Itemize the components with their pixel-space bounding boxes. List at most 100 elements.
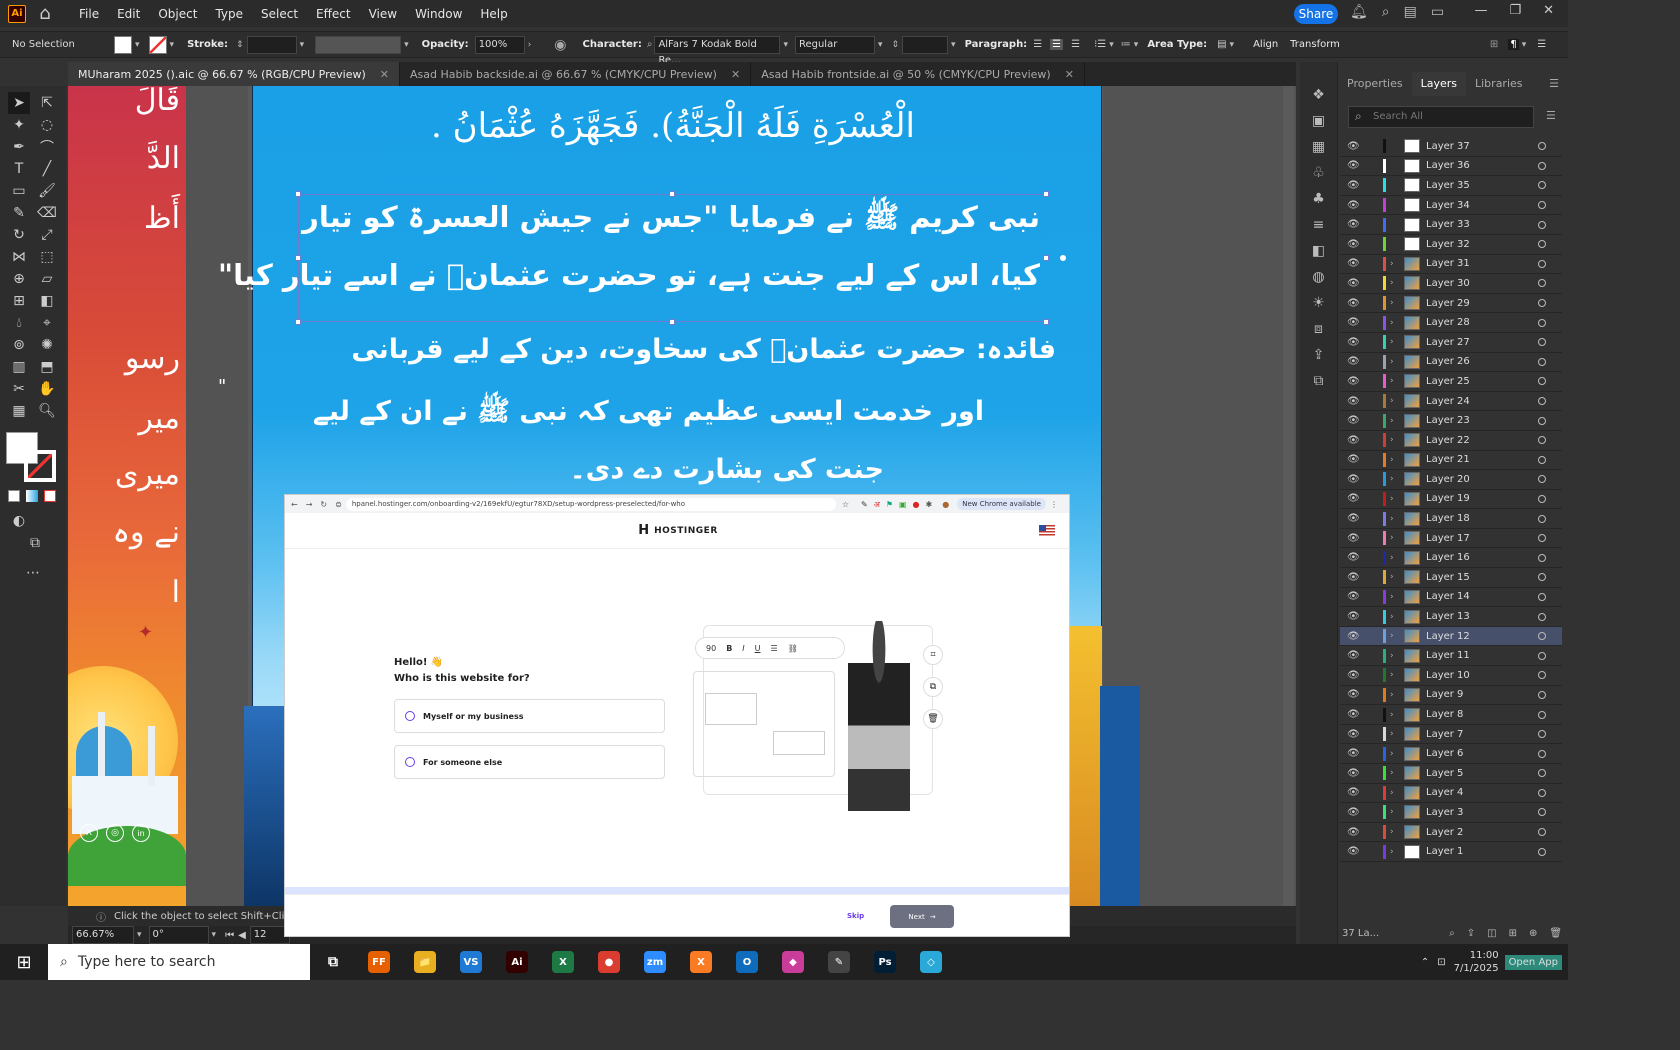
more-tools-icon[interactable]: ⋯ <box>22 562 44 584</box>
layer-row[interactable]: 👁︎ › Layer 8 <box>1340 705 1562 725</box>
isolate-icon[interactable]: ⊞ <box>1490 39 1498 50</box>
expand-chevron-icon[interactable]: › <box>1390 847 1400 857</box>
font-family-input[interactable]: AlFars 7 Kodak Bold Re... <box>654 35 781 66</box>
chevron-down-icon[interactable]: ▾ <box>300 40 305 50</box>
restore-icon[interactable]: ❐ <box>1509 3 1521 18</box>
stroke-weight-input[interactable] <box>246 35 297 54</box>
target-ring-icon[interactable] <box>1538 769 1546 778</box>
target-ring-icon[interactable] <box>1538 436 1546 445</box>
extension-icon[interactable]: अ <box>874 499 880 510</box>
forward-icon[interactable]: → <box>306 500 313 509</box>
transparency-icon[interactable]: ◍ <box>1300 264 1337 290</box>
expand-chevron-icon[interactable]: › <box>1390 337 1400 347</box>
chevron-down-icon[interactable]: ▾ <box>783 40 788 50</box>
visibility-eye-icon[interactable]: 👁︎ <box>1347 219 1363 230</box>
chevron-down-icon[interactable]: ▾ <box>135 40 140 50</box>
chevron-down-icon[interactable]: ▾ <box>878 40 883 50</box>
scale-tool-icon[interactable]: ⤢ <box>36 224 58 246</box>
visibility-eye-icon[interactable]: 👁︎ <box>1347 317 1363 328</box>
taskbar-app-icon[interactable]: Ps <box>862 944 908 980</box>
visibility-eye-icon[interactable]: 👁︎ <box>1347 552 1363 563</box>
visibility-eye-icon[interactable]: 👁︎ <box>1347 200 1363 211</box>
layer-row[interactable]: 👁︎ › Layer 17 <box>1340 529 1562 549</box>
text-thread-port[interactable] <box>1060 255 1066 261</box>
appearance-icon[interactable]: ☀ <box>1300 290 1337 316</box>
pen-tool-icon[interactable]: ✒ <box>8 136 30 158</box>
layer-row[interactable]: 👁︎ Layer 34 <box>1340 196 1562 216</box>
layer-row[interactable]: 👁︎ › Layer 15 <box>1340 568 1562 588</box>
menu-edit[interactable]: Edit <box>108 7 149 21</box>
expand-chevron-icon[interactable]: › <box>1390 455 1400 465</box>
visibility-eye-icon[interactable]: 👁︎ <box>1347 356 1363 367</box>
open-app-badge[interactable]: Open App <box>1504 954 1562 970</box>
tab-layers[interactable]: Layers <box>1411 72 1466 96</box>
browser-menu-icon[interactable]: ⋮ <box>1050 500 1058 509</box>
taskbar-app-icon[interactable]: 📁 <box>402 944 448 980</box>
taskbar-search[interactable]: ⌕ Type here to search <box>48 944 310 980</box>
browser-window[interactable]: ← → ↻ ⊜ hpanel.hostinger.com/onboarding-… <box>284 494 1070 937</box>
expand-chevron-icon[interactable]: › <box>1390 357 1400 367</box>
align-center-icon[interactable]: ☰ <box>1050 39 1064 50</box>
rotate-tool-icon[interactable]: ↻ <box>8 224 30 246</box>
expand-chevron-icon[interactable]: › <box>1390 533 1400 543</box>
layer-row[interactable]: 👁︎ › Layer 21 <box>1340 451 1562 471</box>
opacity-input[interactable]: 100% <box>474 35 525 54</box>
taskbar-app-icon[interactable]: X <box>540 944 586 980</box>
stroke-swatch[interactable] <box>148 35 167 54</box>
extensions-puzzle-icon[interactable]: ✱ <box>926 500 933 509</box>
chevron-down-icon[interactable]: ▾ <box>212 930 217 940</box>
locate-object-icon[interactable]: ⌕ <box>1449 928 1455 939</box>
clock[interactable]: 11:00 7/1/2025 <box>1454 949 1499 975</box>
layer-row[interactable]: 👁︎ › Layer 23 <box>1340 411 1562 431</box>
none-mode-icon[interactable] <box>44 490 56 502</box>
expand-chevron-icon[interactable]: › <box>1390 435 1400 445</box>
chevron-down-icon[interactable]: ▾ <box>1522 40 1527 50</box>
visibility-eye-icon[interactable]: 👁︎ <box>1347 278 1363 289</box>
layer-row[interactable]: 👁︎ › Layer 5 <box>1340 764 1562 784</box>
curvature-icon[interactable]: ⌒ <box>36 136 58 158</box>
align-left-icon[interactable]: ☰ <box>1033 39 1042 50</box>
visibility-eye-icon[interactable]: 👁︎ <box>1347 709 1363 720</box>
symbols-icon[interactable]: ♧ <box>1300 160 1337 186</box>
expand-chevron-icon[interactable]: › <box>1390 376 1400 386</box>
layer-row[interactable]: 👁︎ › Layer 6 <box>1340 744 1562 764</box>
menu-window[interactable]: Window <box>406 7 471 21</box>
target-ring-icon[interactable] <box>1538 632 1546 641</box>
visibility-eye-icon[interactable]: 👁︎ <box>1347 572 1363 583</box>
prev-artboard-icon[interactable]: ◀ <box>238 930 246 941</box>
menu-view[interactable]: View <box>360 7 406 21</box>
taskbar-app-icon[interactable]: FF <box>356 944 402 980</box>
layer-row[interactable]: 👁︎ Layer 36 <box>1340 157 1562 177</box>
line-tool-icon[interactable]: ╱ <box>36 158 58 180</box>
layer-row[interactable]: 👁︎ › Layer 14 <box>1340 588 1562 608</box>
hand-tool-icon[interactable]: ✋ <box>36 378 58 400</box>
panel-menu-icon[interactable]: ☰ <box>1537 39 1546 50</box>
expand-chevron-icon[interactable]: › <box>1390 788 1400 798</box>
chevron-down-icon[interactable]: ▾ <box>1230 40 1235 50</box>
layer-row[interactable]: 👁︎ › Layer 30 <box>1340 274 1562 294</box>
visibility-eye-icon[interactable]: 👁︎ <box>1347 493 1363 504</box>
skip-link[interactable]: Skip <box>847 912 864 920</box>
shape-builder-icon[interactable]: ⊕ <box>8 268 30 290</box>
task-view-icon[interactable]: ⧉ <box>310 944 356 980</box>
target-ring-icon[interactable] <box>1538 416 1546 425</box>
expand-chevron-icon[interactable]: › <box>1390 631 1400 641</box>
tab-properties[interactable]: Properties <box>1338 72 1412 96</box>
menu-effect[interactable]: Effect <box>307 7 360 21</box>
minimize-icon[interactable]: — <box>1474 3 1487 18</box>
workspace-icon[interactable]: ▤ <box>1404 4 1417 20</box>
target-ring-icon[interactable] <box>1538 710 1546 719</box>
target-ring-icon[interactable] <box>1538 475 1546 484</box>
expand-chevron-icon[interactable]: › <box>1390 396 1400 406</box>
visibility-eye-icon[interactable]: 👁︎ <box>1347 591 1363 602</box>
visibility-eye-icon[interactable]: 👁︎ <box>1347 298 1363 309</box>
menu-file[interactable]: File <box>70 7 108 21</box>
paintbrush-icon[interactable]: 🖌︎ <box>36 180 58 202</box>
lasso-icon[interactable]: ◌ <box>36 114 58 136</box>
layer-row[interactable]: 👁︎ › Layer 13 <box>1340 607 1562 627</box>
bell-icon[interactable]: 🔔︎ <box>1350 4 1368 20</box>
export-layer-icon[interactable]: ⇪ <box>1467 928 1475 939</box>
visibility-eye-icon[interactable]: 👁︎ <box>1347 748 1363 759</box>
print-tiling-icon[interactable]: ▦ <box>8 400 30 422</box>
menu-help[interactable]: Help <box>471 7 516 21</box>
